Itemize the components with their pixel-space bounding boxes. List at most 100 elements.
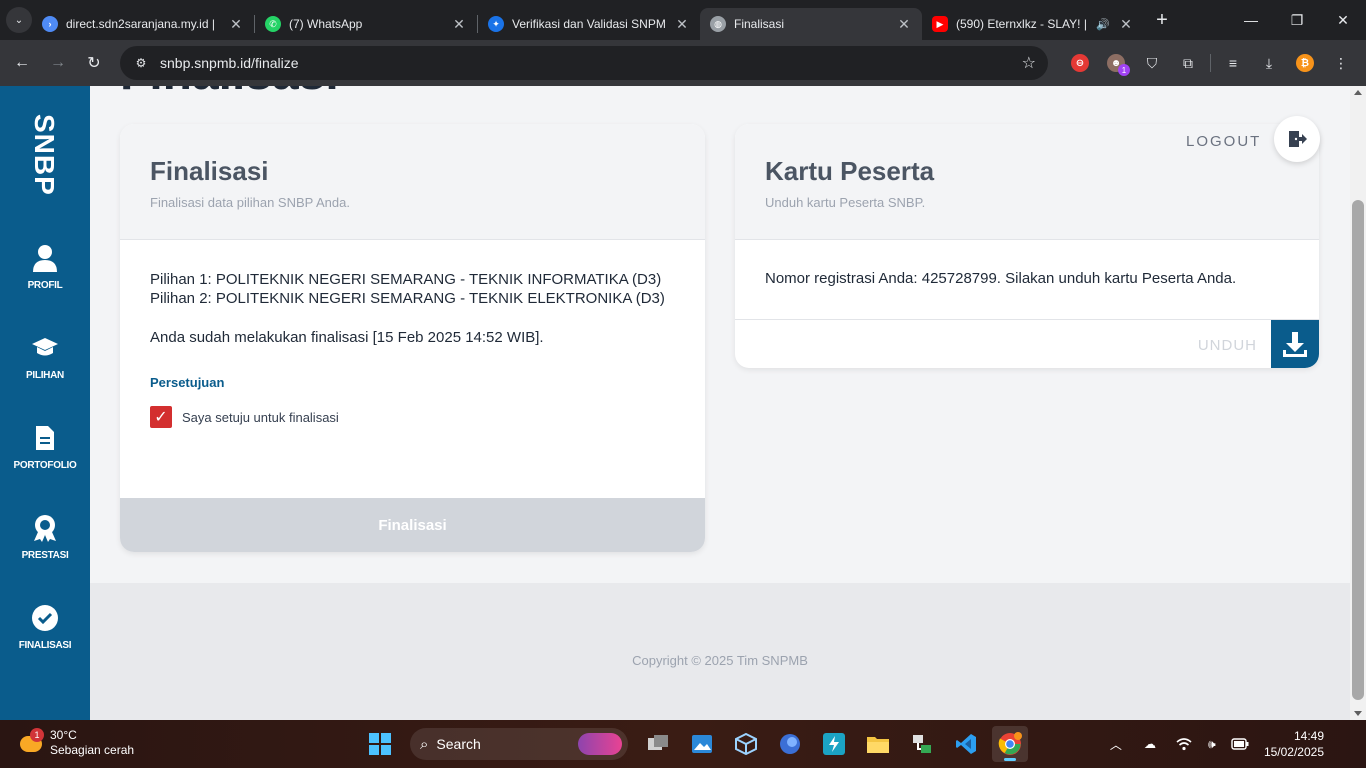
maximize-icon[interactable]: ❐ [1274, 0, 1320, 40]
volume-icon[interactable]: 🕪 [1200, 732, 1224, 756]
weather-widget[interactable]: 1 30°C Sebagian cerah [18, 728, 134, 758]
cube-app-icon[interactable] [728, 726, 764, 762]
close-icon[interactable]: ✕ [451, 16, 467, 33]
shield-icon[interactable]: ⛉ [1134, 48, 1170, 78]
browser-toolbar: ← → ↻ ⚙ snbp.snpmb.id/finalize ☆ ⊖ ☻ 1 ⛉ … [0, 40, 1366, 86]
new-tab-button[interactable]: + [1148, 6, 1176, 34]
close-icon[interactable]: ✕ [228, 16, 244, 33]
vscode-icon[interactable] [948, 726, 984, 762]
weather-icon: 1 [18, 728, 44, 756]
consent-checkbox[interactable]: ✓ [150, 406, 172, 428]
sidebar-item-portofolio[interactable]: PORTOFOLIO [0, 424, 90, 494]
sidebar-item-pilihan[interactable]: PILIHAN [0, 334, 90, 404]
media-control-icon[interactable]: ≡ [1215, 48, 1251, 78]
logout-button[interactable] [1274, 116, 1320, 162]
chevron-up-icon[interactable]: ︿ [1104, 732, 1128, 756]
download-icon[interactable]: ⤓ [1251, 48, 1287, 78]
graduation-cap-icon [31, 334, 59, 362]
weather-text: 30°C Sebagian cerah [50, 728, 134, 758]
page-footer: Copyright © 2025 Tim SNPMB [90, 583, 1350, 720]
tab-verifikasi[interactable]: ✦ Verifikasi dan Validasi SNPM ✕ [478, 8, 700, 40]
window-controls: — ❐ ✕ [1228, 0, 1366, 40]
close-icon[interactable]: ✕ [1118, 16, 1134, 33]
consent-title: Persetujuan [150, 375, 225, 390]
check-circle-icon [31, 604, 59, 632]
task-view-icon[interactable] [640, 726, 676, 762]
tab-direct[interactable]: › direct.sdn2saranjana.my.id | ✕ [32, 8, 254, 40]
scroll-thumb[interactable] [1352, 200, 1364, 700]
page-viewport: SNBP PROFIL PILIHAN PORTOFOLIO PRESTASI [0, 86, 1366, 720]
consent-row: ✓ Saya setuju untuk finalisasi [150, 406, 675, 428]
card-header: Finalisasi Finalisasi data pilihan SNBP … [120, 124, 705, 240]
sidebar-item-prestasi[interactable]: PRESTASI [0, 514, 90, 584]
youtube-icon: ▶ [932, 16, 948, 32]
speaker-icon[interactable]: 🔊 [1096, 18, 1110, 31]
page-title: Finalisasi [120, 86, 339, 101]
puzzle-icon[interactable]: ⧉ [1170, 48, 1206, 78]
url-text: snbp.snpmb.id/finalize [160, 55, 299, 71]
file-explorer-icon[interactable] [860, 726, 896, 762]
sidebar-item-label: PRESTASI [21, 550, 69, 561]
sidebar-item-label: PORTOFOLIO [13, 460, 77, 471]
sidebar-item-finalisasi[interactable]: FINALISASI [0, 604, 90, 674]
page-scrollbar[interactable] [1350, 86, 1366, 720]
menu-kebab-icon[interactable]: ⋮ [1323, 48, 1359, 78]
tab-youtube[interactable]: ▶ (590) Eternxlkz - SLAY! | 🔊 ✕ [922, 8, 1144, 40]
card-title: Kartu Peserta [765, 156, 935, 186]
back-button[interactable]: ← [4, 45, 40, 81]
bolt-app-icon[interactable] [816, 726, 852, 762]
tab-title: (7) WhatsApp [289, 17, 363, 31]
tab-title: Verifikasi dan Validasi SNPM [512, 17, 666, 31]
bookmark-star-icon[interactable]: ☆ [1022, 53, 1036, 73]
tab-search-button[interactable]: ⌄ [6, 7, 32, 33]
profile-icon[interactable]: ₿ [1287, 48, 1323, 78]
tab-title: (590) Eternxlkz - SLAY! | [956, 17, 1087, 31]
battery-icon[interactable] [1228, 732, 1252, 756]
tab-favicon-icon: › [42, 16, 58, 32]
kartu-peserta-card: Kartu Peserta Unduh kartu Peserta SNBP. … [735, 124, 1319, 368]
address-bar[interactable]: ⚙ snbp.snpmb.id/finalize ☆ [120, 46, 1048, 80]
sidebar-item-profil[interactable]: PROFIL [0, 244, 90, 314]
search-highlight-icon [578, 733, 622, 755]
browser-tab-bar: ⌄ › direct.sdn2saranjana.my.id | ✕ ✆ (7)… [0, 0, 1366, 40]
forward-button[interactable]: → [40, 45, 76, 81]
logout-label[interactable]: LOGOUT [1186, 133, 1261, 150]
system-clock[interactable]: 14:49 15/02/2025 [1264, 728, 1324, 760]
scroll-down-icon[interactable] [1354, 711, 1362, 716]
clock-date: 15/02/2025 [1263, 745, 1324, 759]
globe-icon: ◍ [710, 16, 726, 32]
card-title: Finalisasi [150, 156, 269, 186]
extension-adblock-icon[interactable]: ⊖ [1062, 48, 1098, 78]
whatsapp-icon: ✆ [265, 16, 281, 32]
sidebar: SNBP PROFIL PILIHAN PORTOFOLIO PRESTASI [0, 86, 90, 720]
windows-start-icon[interactable] [362, 726, 398, 762]
consent-label: Saya setuju untuk finalisasi [182, 409, 339, 425]
download-icon [1283, 332, 1307, 357]
site-settings-icon[interactable]: ⚙ [132, 54, 150, 72]
window-close-icon[interactable]: ✕ [1320, 0, 1366, 40]
taskbar-search[interactable]: ⌕ Search [410, 728, 628, 760]
finalisasi-button[interactable]: Finalisasi [120, 498, 705, 552]
minimize-icon[interactable]: — [1228, 0, 1274, 40]
wifi-icon[interactable] [1172, 732, 1196, 756]
photos-app-icon[interactable] [684, 726, 720, 762]
scroll-up-icon[interactable] [1354, 90, 1362, 95]
download-label[interactable]: UNDUH [1198, 337, 1257, 354]
tab-finalisasi[interactable]: ◍ Finalisasi ✕ [700, 8, 922, 40]
close-icon[interactable]: ✕ [896, 16, 912, 33]
network-app-icon[interactable] [904, 726, 940, 762]
download-button[interactable] [1271, 320, 1319, 368]
tab-whatsapp[interactable]: ✆ (7) WhatsApp ✕ [255, 8, 477, 40]
copyright-text: Copyright © 2025 Tim SNPMB [632, 653, 808, 668]
search-icon: ⌕ [420, 735, 429, 753]
chrome-app-icon[interactable] [992, 726, 1028, 762]
cloud-sync-icon[interactable]: ☁ [1138, 732, 1162, 756]
sidebar-item-label: FINALISASI [18, 640, 72, 651]
card-subtitle: Finalisasi data pilihan SNBP Anda. [150, 195, 350, 210]
browser-app-icon[interactable] [772, 726, 808, 762]
reload-button[interactable]: ↻ [76, 45, 112, 81]
search-label: Search [436, 736, 481, 752]
card-subtitle: Unduh kartu Peserta SNBP. [765, 195, 926, 210]
extension-avatar-icon[interactable]: ☻ 1 [1098, 48, 1134, 78]
close-icon[interactable]: ✕ [674, 16, 690, 33]
